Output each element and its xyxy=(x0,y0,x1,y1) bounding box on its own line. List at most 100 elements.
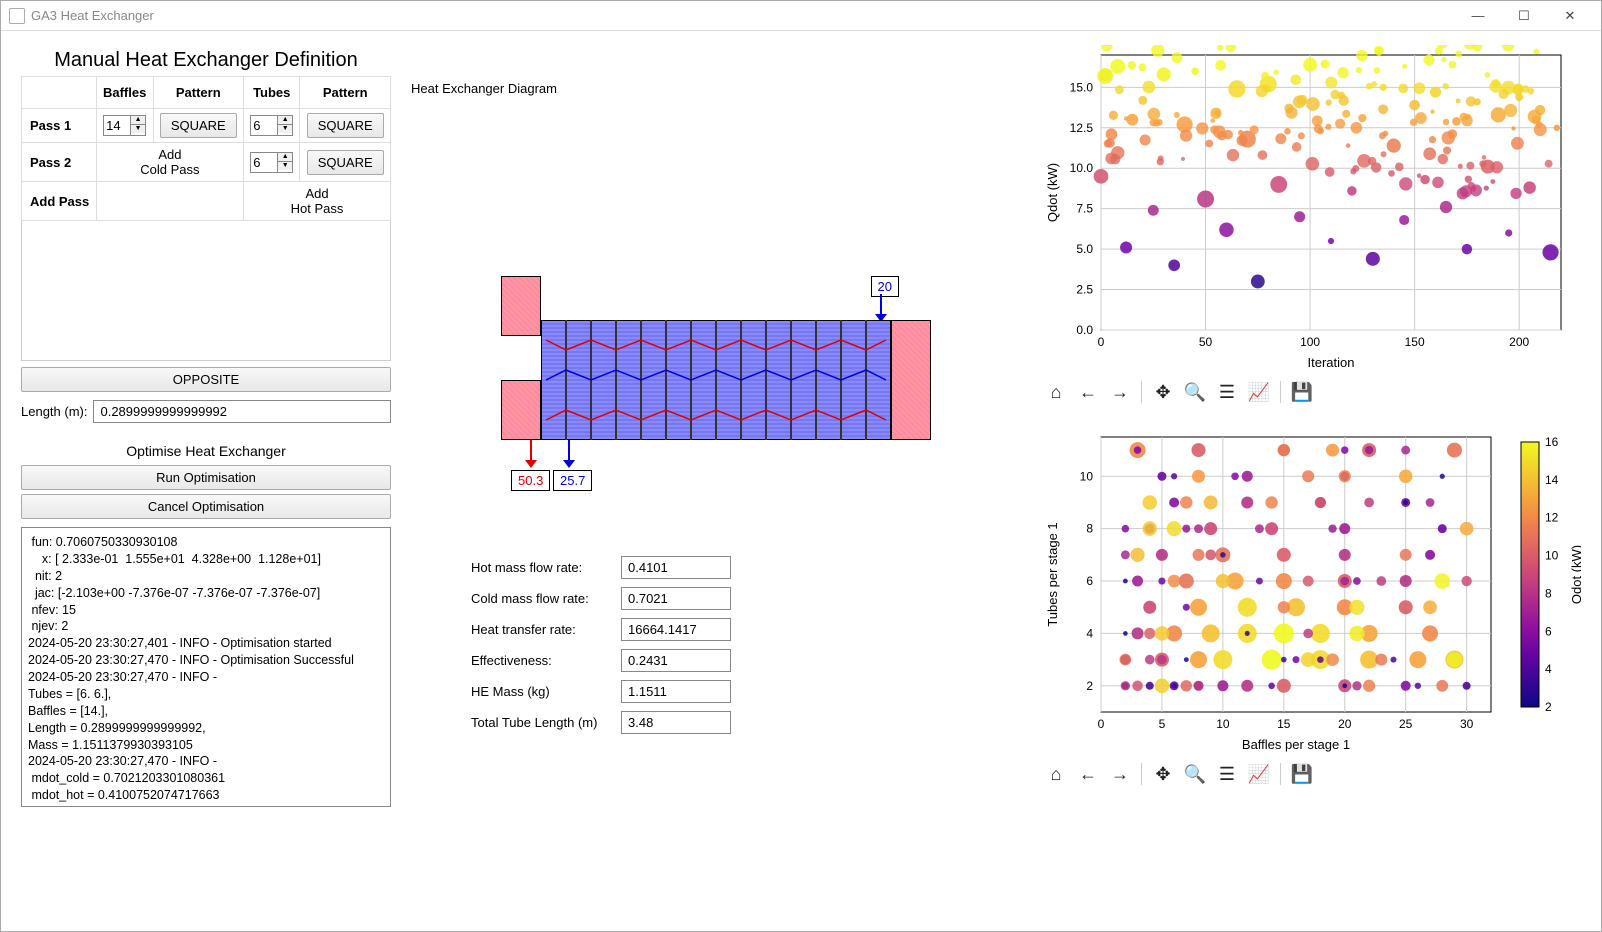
length-label: Length (m): xyxy=(21,404,87,419)
spin-down-icon[interactable]: ▼ xyxy=(278,162,292,170)
spin-up-icon[interactable]: ▲ xyxy=(278,153,292,162)
svg-text:12: 12 xyxy=(1545,511,1559,525)
row-addpass: Add Pass xyxy=(22,182,97,221)
heat-exchanger-diagram: 60 20 xyxy=(501,276,931,496)
effectiveness-value[interactable] xyxy=(621,649,731,672)
forward-icon[interactable]: → xyxy=(1107,761,1133,787)
results-panel: Hot mass flow rate: Cold mass flow rate:… xyxy=(471,556,1021,742)
definition-title: Manual Heat Exchanger Definition xyxy=(21,49,391,72)
add-hot-pass-button[interactable]: Add Hot Pass xyxy=(244,182,391,221)
back-icon[interactable]: ← xyxy=(1075,379,1101,405)
opposite-button[interactable]: OPPOSITE xyxy=(21,367,391,392)
axes-icon[interactable]: 📈 xyxy=(1246,379,1272,405)
svg-text:15.0: 15.0 xyxy=(1070,80,1094,94)
pass1-tubes-input[interactable] xyxy=(250,115,278,136)
row-pass2: Pass 2 xyxy=(22,143,97,182)
length-input[interactable] xyxy=(93,400,391,423)
zoom-icon[interactable]: 🔍 xyxy=(1182,379,1208,405)
heat-rate-value[interactable] xyxy=(621,618,731,641)
svg-text:50: 50 xyxy=(1199,335,1213,349)
svg-text:0: 0 xyxy=(1098,335,1105,349)
svg-text:10.0: 10.0 xyxy=(1070,161,1094,175)
mass-value[interactable] xyxy=(621,680,731,703)
cold-mflow-label: Cold mass flow rate: xyxy=(471,591,611,606)
pass1-baffles-input[interactable] xyxy=(103,115,131,136)
svg-text:30: 30 xyxy=(1460,717,1474,731)
chart-iteration-qdot: 0501001502000.02.55.07.510.012.515.0Iter… xyxy=(1041,45,1581,375)
heat-rate-label: Heat transfer rate: xyxy=(471,622,611,637)
svg-text:5: 5 xyxy=(1159,717,1166,731)
optimise-title: Optimise Heat Exchanger xyxy=(21,443,391,459)
hot-out-value: 50.3 xyxy=(511,470,550,491)
pan-icon[interactable]: ✥ xyxy=(1150,761,1176,787)
spin-down-icon[interactable]: ▼ xyxy=(278,125,292,133)
save-icon[interactable]: 💾 xyxy=(1289,379,1315,405)
mass-label: HE Mass (kg) xyxy=(471,684,611,699)
svg-text:16: 16 xyxy=(1545,435,1559,449)
svg-text:6: 6 xyxy=(1086,574,1093,588)
col-tubes: Tubes xyxy=(244,77,300,109)
run-optimisation-button[interactable]: Run Optimisation xyxy=(21,465,391,490)
tube-len-label: Total Tube Length (m) xyxy=(471,715,611,730)
definition-table: Baffles Pattern Tubes Pattern Pass 1 ▲▼ … xyxy=(21,76,391,221)
spin-up-icon[interactable]: ▲ xyxy=(131,116,145,125)
zoom-icon[interactable]: 🔍 xyxy=(1182,761,1208,787)
cold-mflow-value[interactable] xyxy=(621,587,731,610)
hot-mflow-label: Hot mass flow rate: xyxy=(471,560,611,575)
pan-icon[interactable]: ✥ xyxy=(1150,379,1176,405)
maximize-button[interactable]: ☐ xyxy=(1501,2,1547,30)
svg-text:10: 10 xyxy=(1545,549,1559,563)
svg-text:12.5: 12.5 xyxy=(1070,121,1094,135)
home-icon[interactable]: ⌂ xyxy=(1043,379,1069,405)
spin-up-icon[interactable]: ▲ xyxy=(278,116,292,125)
svg-text:200: 200 xyxy=(1509,335,1529,349)
svg-text:Qdot (kW): Qdot (kW) xyxy=(1045,163,1060,222)
definition-spacer xyxy=(21,221,391,361)
effectiveness-label: Effectiveness: xyxy=(471,653,611,668)
chart-1-toolbar: ⌂ ← → ✥ 🔍 ☰ 📈 💾 xyxy=(1041,375,1581,409)
axes-icon[interactable]: 📈 xyxy=(1246,761,1272,787)
save-icon[interactable]: 💾 xyxy=(1289,761,1315,787)
col-pattern1: Pattern xyxy=(153,77,244,109)
chart-2-panel: 051015202530246810Baffles per stage 1Tub… xyxy=(1041,423,1581,795)
svg-text:4: 4 xyxy=(1086,626,1093,640)
svg-text:10: 10 xyxy=(1080,469,1094,483)
optimisation-log[interactable]: fun: 0.7060750330930108 x: [ 2.333e-01 1… xyxy=(21,527,391,807)
add-cold-pass-button[interactable]: Add Cold Pass xyxy=(96,143,243,182)
svg-text:6: 6 xyxy=(1545,624,1552,638)
svg-text:Tubes per stage 1: Tubes per stage 1 xyxy=(1045,522,1060,626)
col-baffles: Baffles xyxy=(96,77,153,109)
svg-text:20: 20 xyxy=(1338,717,1352,731)
svg-text:5.0: 5.0 xyxy=(1076,242,1093,256)
svg-text:7.5: 7.5 xyxy=(1076,202,1093,216)
tube-len-value[interactable] xyxy=(621,711,731,734)
arrow-down-icon xyxy=(871,294,891,322)
pass2-tubes-input[interactable] xyxy=(250,152,278,173)
minimize-button[interactable]: — xyxy=(1455,2,1501,30)
home-icon[interactable]: ⌂ xyxy=(1043,761,1069,787)
svg-text:10: 10 xyxy=(1216,717,1230,731)
pass1-pattern2-button[interactable]: SQUARE xyxy=(307,113,384,138)
app-icon xyxy=(9,8,25,24)
svg-text:Qdot (kW): Qdot (kW) xyxy=(1569,545,1581,604)
svg-text:14: 14 xyxy=(1545,473,1559,487)
cancel-optimisation-button[interactable]: Cancel Optimisation xyxy=(21,494,391,519)
titlebar: GA3 Heat Exchanger — ☐ ✕ xyxy=(1,1,1601,31)
baffles-icon xyxy=(541,320,891,440)
chart-2-toolbar: ⌂ ← → ✥ 🔍 ☰ 📈 💾 xyxy=(1041,757,1581,791)
window-title: GA3 Heat Exchanger xyxy=(31,8,154,23)
spin-down-icon[interactable]: ▼ xyxy=(131,125,145,133)
svg-text:2: 2 xyxy=(1086,679,1093,693)
svg-text:8: 8 xyxy=(1545,586,1552,600)
pass1-pattern1-button[interactable]: SQUARE xyxy=(160,113,237,138)
pass2-pattern2-button[interactable]: SQUARE xyxy=(307,150,384,175)
forward-icon[interactable]: → xyxy=(1107,379,1133,405)
config-icon[interactable]: ☰ xyxy=(1214,761,1240,787)
svg-text:Iteration: Iteration xyxy=(1308,355,1355,370)
hot-mflow-value[interactable] xyxy=(621,556,731,579)
config-icon[interactable]: ☰ xyxy=(1214,379,1240,405)
col-pattern2: Pattern xyxy=(300,77,391,109)
diagram-title: Heat Exchanger Diagram xyxy=(411,81,1021,96)
close-button[interactable]: ✕ xyxy=(1547,2,1593,30)
back-icon[interactable]: ← xyxy=(1075,761,1101,787)
